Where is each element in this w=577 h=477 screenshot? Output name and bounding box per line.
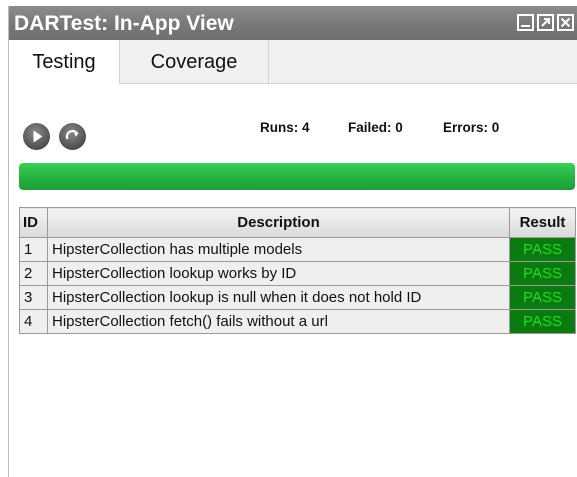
minimize-icon[interactable] xyxy=(517,14,534,31)
run-button[interactable] xyxy=(23,123,50,150)
row-description: HipsterCollection lookup is null when it… xyxy=(47,285,510,310)
table-row[interactable]: 1 HipsterCollection has multiple models … xyxy=(19,237,576,262)
row-id: 3 xyxy=(19,285,48,310)
tab-bar: Testing Coverage xyxy=(9,40,577,85)
rerun-button[interactable] xyxy=(59,123,86,150)
progress-bar xyxy=(19,163,575,190)
row-description: HipsterCollection lookup works by ID xyxy=(47,261,510,286)
table-row[interactable]: 2 HipsterCollection lookup works by ID P… xyxy=(19,261,576,286)
errors-value: 0 xyxy=(491,120,500,135)
runs-value: 4 xyxy=(302,120,310,135)
column-header-id[interactable]: ID xyxy=(19,207,48,238)
row-result: PASS xyxy=(509,309,576,334)
row-result: PASS xyxy=(509,261,576,286)
progress-fill xyxy=(19,163,575,190)
failed-stat: Failed: 0 xyxy=(348,120,403,135)
results-table: ID Description Result 1 HipsterCollectio… xyxy=(19,207,576,334)
row-id: 2 xyxy=(19,261,48,286)
row-description: HipsterCollection has multiple models xyxy=(47,237,510,262)
tab-testing[interactable]: Testing xyxy=(9,40,119,85)
window-title: DARTest: In-App View xyxy=(14,12,234,35)
tab-coverage[interactable]: Coverage xyxy=(119,40,269,84)
failed-value: 0 xyxy=(395,120,403,135)
failed-label: Failed: xyxy=(348,120,392,135)
row-description: HipsterCollection fetch() fails without … xyxy=(47,309,510,334)
title-bar[interactable]: DARTest: In-App View xyxy=(9,6,577,40)
table-row[interactable]: 4 HipsterCollection fetch() fails withou… xyxy=(19,309,576,334)
column-header-result[interactable]: Result xyxy=(509,207,576,238)
errors-label: Errors: xyxy=(443,120,489,135)
table-row[interactable]: 3 HipsterCollection lookup is null when … xyxy=(19,285,576,310)
errors-stat: Errors: 0 xyxy=(443,120,499,135)
row-id: 1 xyxy=(19,237,48,262)
table-header-row: ID Description Result xyxy=(19,207,576,238)
runs-stat: Runs: 4 xyxy=(260,120,310,135)
close-icon[interactable] xyxy=(557,14,574,31)
runs-label: Runs: xyxy=(260,120,299,135)
row-result: PASS xyxy=(509,237,576,262)
play-icon xyxy=(33,130,43,143)
redo-icon xyxy=(65,129,79,140)
column-header-description[interactable]: Description xyxy=(47,207,510,238)
dartest-window: DARTest: In-App View Testing Coverage Ru… xyxy=(8,6,577,477)
maximize-icon[interactable] xyxy=(537,14,554,31)
row-id: 4 xyxy=(19,309,48,334)
row-result: PASS xyxy=(509,285,576,310)
